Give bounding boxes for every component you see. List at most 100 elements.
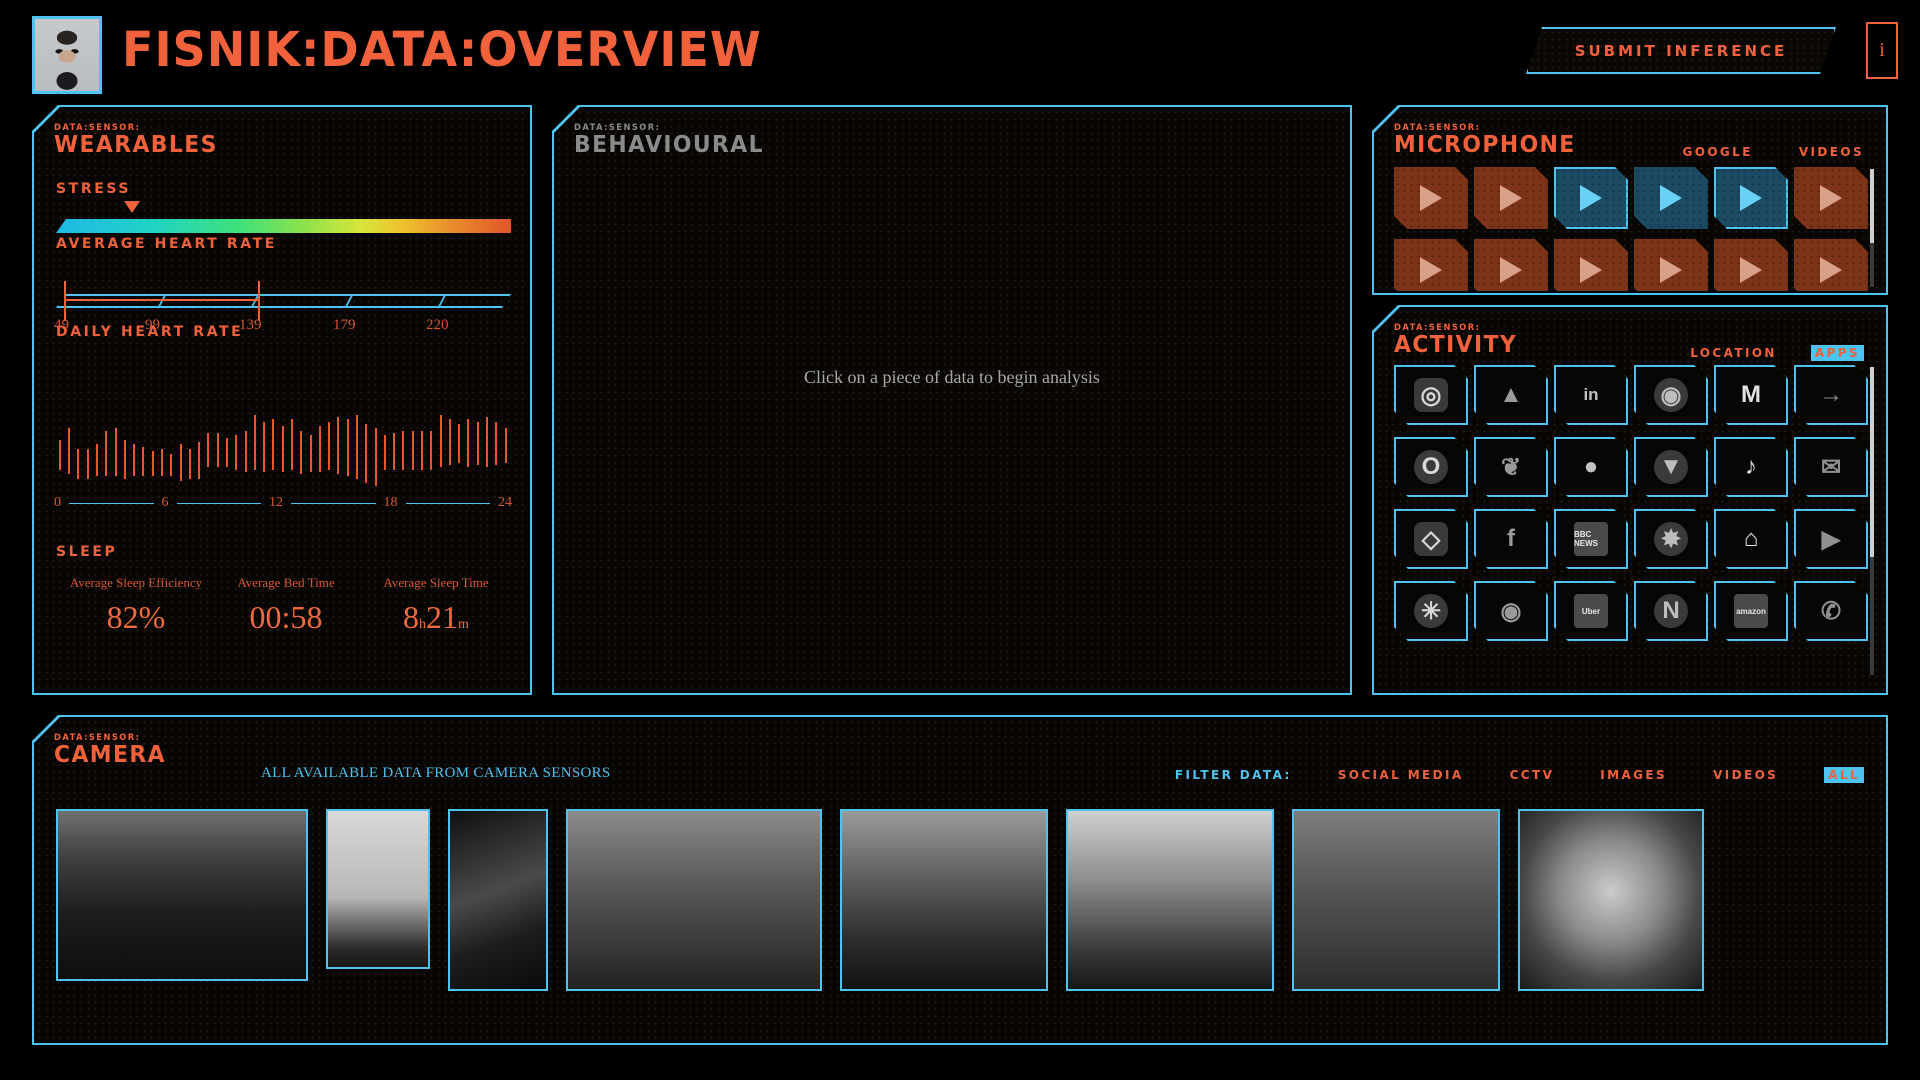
- app-tile-gmail[interactable]: ✉: [1794, 437, 1868, 497]
- heart-rate-bar: [374, 428, 377, 486]
- microphone-clip-tile[interactable]: [1634, 239, 1708, 291]
- app-tile-uber[interactable]: Uber: [1554, 581, 1628, 641]
- dhr-tick: 0: [54, 495, 61, 510]
- activity-app-grid: ◎ ▲ in ◉ M → O ❦ ● ▼ ♪ ✉ ◇ f BBC NEWS ✸ ⌂ ▶ ✳ ◉ Uber Namazon ✆: [1394, 365, 1868, 641]
- camera-subtitle: ALL AVAILABLE DATA FROM CAMERA SENSORS: [261, 765, 611, 781]
- thumbnail-image: [328, 811, 428, 967]
- camera-thumbnail-stadium-concert-crowd[interactable]: [56, 809, 308, 981]
- dropbox-icon: ◇: [1414, 522, 1448, 556]
- scrollbar-thumb[interactable]: [1870, 169, 1874, 243]
- microphone-clip-tile[interactable]: [1554, 167, 1628, 229]
- info-label: i: [1879, 39, 1885, 61]
- daily-heart-rate-chart[interactable]: [56, 409, 511, 489]
- app-tile-google-maps[interactable]: ◉: [1634, 365, 1708, 425]
- filter-cctv[interactable]: CCTV: [1510, 768, 1555, 782]
- behavioural-panel: DATA:SENSOR: BEHAVIOURAL Click on a piec…: [552, 105, 1352, 695]
- app-tile-barclays[interactable]: ▼: [1634, 437, 1708, 497]
- google-home-icon: ⌂: [1743, 525, 1759, 552]
- app-tile-monzo[interactable]: M: [1714, 365, 1788, 425]
- microphone-clip-tile[interactable]: [1394, 239, 1468, 291]
- app-tile-instagram[interactable]: ◎: [1394, 365, 1468, 425]
- app-tile-citymapper[interactable]: →: [1794, 365, 1868, 425]
- snapchat-icon: ●: [1583, 453, 1599, 480]
- tab-google[interactable]: GOOGLE: [1682, 145, 1752, 159]
- behavioural-title: BEHAVIOURAL: [574, 132, 764, 158]
- camera-filter-bar: FILTER DATA: SOCIAL MEDIA CCTV IMAGES VI…: [1175, 767, 1864, 783]
- filter-videos[interactable]: VIDEOS: [1713, 768, 1778, 782]
- heart-rate-bar: [244, 430, 247, 472]
- activity-scrollbar[interactable]: [1870, 367, 1874, 675]
- scrollbar-thumb[interactable]: [1870, 367, 1874, 557]
- microphone-clip-tile[interactable]: [1714, 167, 1788, 229]
- camera-thumbnail-brick-wall-portrait[interactable]: [566, 809, 822, 991]
- microphone-clip-tile[interactable]: [1794, 167, 1868, 229]
- tab-apps[interactable]: APPS: [1810, 345, 1864, 361]
- daily-heart-rate-label: DAILY HEART RATE: [56, 324, 244, 340]
- stress-gauge[interactable]: [56, 219, 511, 233]
- app-tile-google-drive[interactable]: ▲: [1474, 365, 1548, 425]
- camera-thumbnail-mirror-selfie-cap[interactable]: [326, 809, 430, 969]
- app-tile-google-home[interactable]: ⌂: [1714, 509, 1788, 569]
- microphone-clip-tile[interactable]: [1394, 167, 1468, 229]
- microphone-clip-grid: [1394, 167, 1868, 291]
- camera-thumbnail-two-people-venue[interactable]: [448, 809, 548, 991]
- app-tile-spotify[interactable]: ◉: [1474, 581, 1548, 641]
- app-tile-bbc-news[interactable]: BBC NEWS: [1554, 509, 1628, 569]
- microphone-clip-tile[interactable]: [1794, 239, 1868, 291]
- slider-handle-low[interactable]: [64, 281, 66, 321]
- app-tile-netflix[interactable]: N: [1634, 581, 1708, 641]
- camera-thumbnail-strip: [56, 809, 1884, 1009]
- sleep-metric: Average Sleep Efficiency 82%: [61, 575, 211, 636]
- app-tile-outlook[interactable]: O: [1394, 437, 1468, 497]
- camera-panel: DATA:SENSOR: CAMERA ALL AVAILABLE DATA F…: [32, 715, 1888, 1045]
- microphone-clip-tile[interactable]: [1554, 239, 1628, 291]
- heart-rate-bar: [430, 430, 433, 470]
- camera-thumbnail-sunglasses-selfie-pair[interactable]: [1066, 809, 1274, 991]
- app-tile-slack[interactable]: ✳: [1394, 581, 1468, 641]
- stress-marker-icon: [124, 201, 140, 213]
- google-photos-icon: ✸: [1654, 522, 1688, 556]
- citymapper-icon: →: [1819, 381, 1843, 408]
- filter-all[interactable]: ALL: [1824, 767, 1864, 783]
- heart-rate-bar: [272, 419, 275, 470]
- app-tile-dropbox[interactable]: ◇: [1394, 509, 1468, 569]
- app-tile-youtube[interactable]: ▶: [1794, 509, 1868, 569]
- heart-rate-bar: [504, 428, 507, 463]
- filter-data-label: FILTER DATA:: [1174, 768, 1292, 782]
- microphone-clip-tile[interactable]: [1474, 239, 1548, 291]
- microphone-clip-tile[interactable]: [1634, 167, 1708, 229]
- submit-inference-button[interactable]: SUBMIT INFERENCE: [1526, 27, 1836, 74]
- thumbnail-image: [568, 811, 820, 989]
- camera-thumbnail-cctv-street-pedestrian[interactable]: [1292, 809, 1500, 991]
- heart-rate-bar: [160, 449, 163, 477]
- heart-rate-bar: [420, 430, 423, 470]
- camera-thumbnail-cyberdog-storefront[interactable]: [840, 809, 1048, 991]
- microphone-scrollbar[interactable]: [1870, 169, 1874, 287]
- camera-thumbnail-food-plate[interactable]: [1518, 809, 1704, 991]
- info-button[interactable]: i: [1866, 22, 1898, 79]
- app-tile-twitter[interactable]: ❦: [1474, 437, 1548, 497]
- heart-rate-bar: [179, 444, 182, 481]
- microphone-clip-tile[interactable]: [1474, 167, 1548, 229]
- heart-rate-bar: [346, 419, 349, 477]
- thumbnail-image: [1520, 811, 1702, 989]
- microphone-clip-tile[interactable]: [1714, 239, 1788, 291]
- ahr-tick: 220: [426, 317, 449, 333]
- slider-handle-high[interactable]: [258, 281, 260, 321]
- heart-rate-bar: [133, 444, 136, 477]
- slack-icon: ✳: [1414, 594, 1448, 628]
- app-tile-linkedin[interactable]: in: [1554, 365, 1628, 425]
- app-tile-facebook[interactable]: f: [1474, 509, 1548, 569]
- filter-social-media[interactable]: SOCIAL MEDIA: [1338, 768, 1464, 782]
- app-tile-amazon[interactable]: amazon: [1714, 581, 1788, 641]
- tab-videos[interactable]: VIDEOS: [1799, 145, 1864, 159]
- app-tile-google-photos[interactable]: ✸: [1634, 509, 1708, 569]
- tab-location[interactable]: LOCATION: [1690, 346, 1777, 360]
- empty-state-message: Click on a piece of data to begin analys…: [804, 367, 1100, 387]
- app-tile-snapchat[interactable]: ●: [1554, 437, 1628, 497]
- filter-images[interactable]: IMAGES: [1600, 768, 1667, 782]
- app-tile-whatsapp[interactable]: ✆: [1794, 581, 1868, 641]
- axis-line: [69, 502, 154, 504]
- microphone-title: MICROPHONE: [1394, 132, 1576, 158]
- app-tile-tiktok[interactable]: ♪: [1714, 437, 1788, 497]
